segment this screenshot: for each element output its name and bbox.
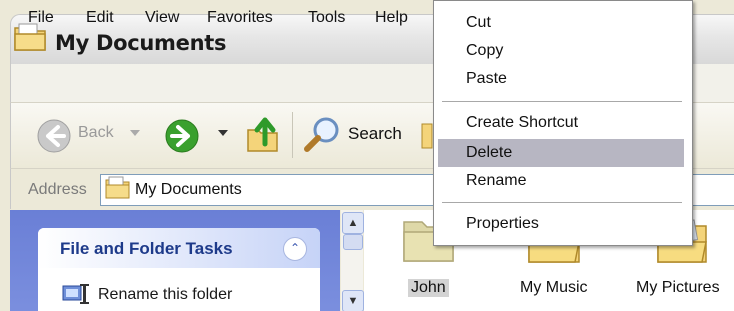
forward-dropdown-icon[interactable] [218,130,228,136]
back-button[interactable]: Back [78,124,114,142]
address-value: My Documents [135,181,242,198]
window-title: My Documents [55,31,227,55]
rename-folder-icon [62,284,89,304]
back-arrow-icon[interactable] [36,118,72,154]
context-item-label: Cut [466,14,491,31]
scroll-up-button[interactable]: ▲ [342,212,364,234]
context-item-label: Delete [466,144,513,161]
file-label-john[interactable]: John [408,279,449,297]
scroll-thumb[interactable] [343,234,363,250]
context-separator [442,202,682,203]
context-item-label: Copy [466,42,504,59]
search-icon[interactable] [302,114,342,154]
explorer-window: My Documents File Edit View Favorites To… [0,0,734,311]
menu-edit[interactable]: Edit [86,9,114,27]
back-dropdown-icon[interactable] [130,130,140,136]
folders-icon[interactable] [420,118,434,152]
menu-tools[interactable]: Tools [308,9,345,27]
menu-file[interactable]: File [28,9,54,27]
toolbar-separator [292,112,293,158]
menu-view[interactable]: View [145,9,179,27]
address-label: Address [28,181,87,198]
task-header-title: File and Folder Tasks [60,239,233,258]
context-item-label: Properties [466,215,539,232]
context-item-delete[interactable]: Delete [438,139,684,167]
menu-favorites[interactable]: Favorites [207,9,273,27]
collapse-chevron-icon[interactable]: ⌃ [283,237,307,261]
forward-arrow-icon[interactable] [164,118,200,154]
up-folder-icon[interactable] [245,114,281,154]
search-button[interactable]: Search [348,124,402,144]
context-item-label: Paste [466,70,507,87]
file-label-my-pictures[interactable]: My Pictures [636,279,720,297]
file-label-my-music[interactable]: My Music [520,279,588,297]
folder-icon [105,176,130,199]
context-item-rename[interactable]: Rename [438,167,684,195]
context-item-copy[interactable]: Copy [438,37,684,65]
rename-folder-link[interactable]: Rename this folder [98,286,232,304]
scroll-down-button[interactable]: ▼ [342,290,364,311]
context-item-create-shortcut[interactable]: Create Shortcut [438,109,684,137]
context-item-properties[interactable]: Properties [438,210,684,238]
context-item-label: Rename [466,172,527,189]
menu-help[interactable]: Help [375,9,408,27]
context-item-paste[interactable]: Paste [438,65,684,93]
context-separator [442,101,682,102]
context-item-cut[interactable]: Cut [438,9,684,37]
context-menu: Cut Copy Paste Create Shortcut Delete Re… [433,0,693,246]
context-item-label: Create Shortcut [466,114,579,131]
